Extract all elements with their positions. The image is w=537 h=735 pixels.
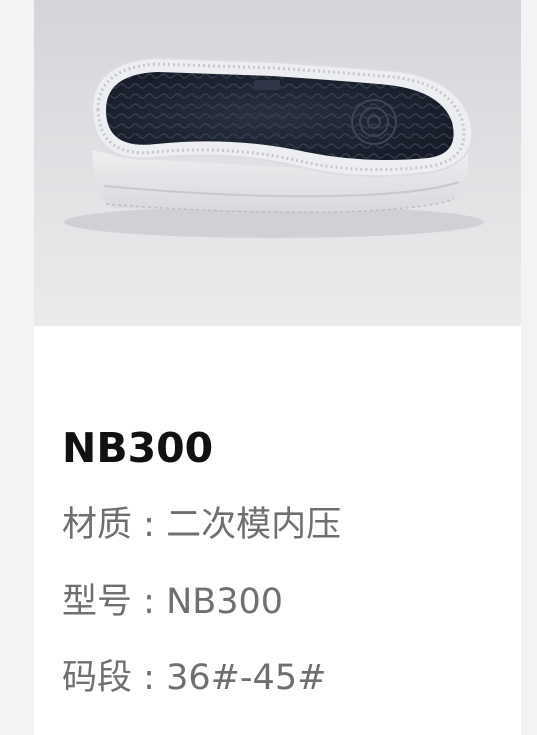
product-photo[interactable] <box>34 0 521 326</box>
spec-size-separator: : <box>132 658 167 698</box>
spec-model-value: NB300 <box>166 582 284 622</box>
spec-size-value: 36#-45# <box>166 658 327 698</box>
product-title: NB300 <box>62 424 214 472</box>
spec-material-label: 材质 <box>62 505 133 545</box>
spec-material-separator: : <box>132 505 167 545</box>
spec-model: 型号 : NB300 <box>62 580 283 624</box>
spec-material-value: 二次模内压 <box>166 505 342 545</box>
spec-size-label: 码段 <box>62 658 133 698</box>
spec-size-range: 码段 : 36#-45# <box>62 656 326 700</box>
spec-material: 材质 : 二次模内压 <box>62 503 341 547</box>
product-card: NB300 材质 : 二次模内压 型号 : NB300 码段 : 36#-45# <box>34 0 521 735</box>
spec-model-separator: : <box>132 582 167 622</box>
spec-model-label: 型号 <box>62 582 133 622</box>
